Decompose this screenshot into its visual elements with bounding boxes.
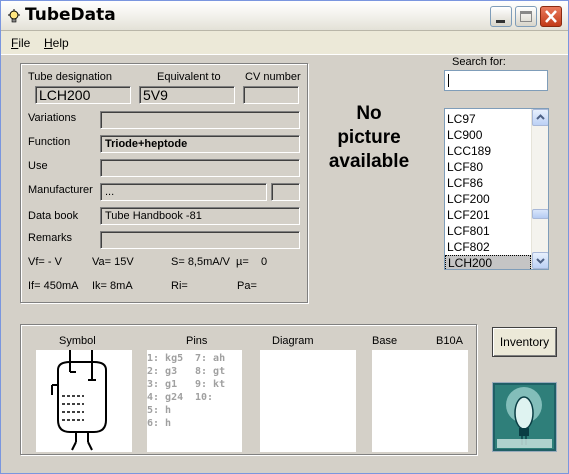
tube-symbol-icon [51, 350, 107, 451]
scroll-down-icon [536, 258, 545, 264]
menu-help-label: elp [52, 36, 69, 50]
param-va: Va= 15V [92, 256, 134, 268]
param-ik: Ik= 8mA [92, 280, 133, 292]
databook-field[interactable]: Tube Handbook -81 [100, 207, 300, 225]
scroll-down-button[interactable] [532, 252, 548, 269]
scroll-up-button[interactable] [532, 109, 548, 126]
param-if: If= 450mA [28, 280, 79, 292]
symbol-label: Symbol [59, 335, 96, 347]
pins-label: Pins [186, 335, 208, 347]
param-vf: Vf= - V [28, 256, 62, 268]
variations-field[interactable] [100, 111, 300, 129]
databook-label: Data book [28, 210, 79, 222]
pin-item: 8: gt [195, 366, 226, 377]
menu-help-mnemonic: H [44, 36, 53, 50]
diagram-panel [260, 350, 356, 452]
param-pa: Pa= [237, 280, 257, 292]
designation-field[interactable]: LCH200 [35, 86, 131, 104]
pin-item: 4: g24 [147, 392, 184, 403]
minimize-button[interactable] [490, 6, 512, 27]
list-item[interactable]: LCF80 [445, 159, 531, 175]
list-item[interactable]: LCF801 [445, 223, 531, 239]
list-item[interactable]: LCF201 [445, 207, 531, 223]
equivalent-label: Equivalent to [157, 71, 221, 83]
remarks-label: Remarks [28, 232, 73, 244]
list-scrollbar[interactable] [531, 109, 548, 269]
param-mu: µ= [236, 256, 249, 268]
param-mu-value: 0 [261, 256, 268, 268]
remarks-field[interactable] [100, 231, 300, 249]
diagram-label: Diagram [272, 335, 314, 347]
title-bar[interactable]: TubeData [1, 1, 568, 31]
minimize-icon [496, 20, 505, 23]
list-item[interactable]: LC97 [445, 111, 531, 127]
equivalent-field[interactable]: 5V9 [139, 86, 235, 104]
cv-field[interactable] [243, 86, 299, 104]
menu-file[interactable]: File [11, 36, 30, 50]
text-caret [448, 74, 449, 87]
param-s: S= 8,5mA/V [171, 256, 231, 268]
main-area: Tube designation Equivalent to CV number… [1, 54, 568, 473]
close-icon [545, 10, 557, 23]
no-picture-line-2: picture [337, 127, 401, 148]
use-field[interactable] [100, 159, 300, 177]
pin-item: 5: h [147, 405, 172, 416]
pin-item: 3: g1 [147, 379, 178, 390]
close-button[interactable] [540, 6, 562, 27]
param-ri: Ri= [171, 280, 188, 292]
pin-item: 7: ah [195, 353, 226, 364]
menu-help[interactable]: Help [44, 36, 69, 50]
designation-label: Tube designation [28, 71, 112, 83]
use-label: Use [28, 160, 48, 172]
menu-file-label: ile [18, 36, 31, 50]
logo-image [492, 382, 557, 452]
list-item[interactable]: LCC189 [445, 143, 531, 159]
cv-label: CV number [245, 71, 301, 83]
list-item[interactable]: LCF802 [445, 239, 531, 255]
scroll-thumb[interactable] [532, 209, 548, 219]
scroll-up-icon [536, 114, 545, 120]
symbol-panel [36, 350, 132, 452]
window-title: TubeData [25, 5, 116, 25]
manufacturer-field[interactable]: ... [100, 183, 267, 201]
tube-list-items: LC97 LC900 LCC189 LCF80 LCF86 LCF200 LCF… [445, 111, 531, 269]
no-picture-line-3: available [328, 151, 410, 172]
base-panel [372, 350, 468, 452]
pin-item: 2: g3 [147, 366, 178, 377]
pin-item: 9: kt [195, 379, 226, 390]
base-code: B10A [436, 335, 463, 347]
tube-list[interactable]: LC97 LC900 LCC189 LCF80 LCF86 LCF200 LCF… [444, 108, 549, 270]
list-item-selected[interactable]: LCH200 [445, 255, 531, 269]
maximize-icon [520, 11, 532, 22]
list-item[interactable]: LC900 [445, 127, 531, 143]
variations-label: Variations [28, 112, 77, 124]
inventory-button[interactable]: Inventory [492, 327, 557, 357]
bulb-icon [8, 9, 20, 23]
function-field[interactable]: Triode+heptode [100, 135, 300, 153]
logo-icon [495, 385, 554, 449]
search-input[interactable] [444, 70, 548, 91]
pin-item: 10: [195, 392, 214, 403]
list-item[interactable]: LCF200 [445, 191, 531, 207]
app-window: TubeData File Help Tube designation Equi… [0, 0, 569, 474]
no-picture-message: No picture available [314, 102, 424, 174]
function-label: Function [28, 136, 71, 148]
manufacturer-code-field[interactable] [271, 183, 300, 201]
no-picture-line-1: No [356, 103, 382, 124]
manufacturer-label: Manufacturer [28, 184, 93, 196]
search-label: Search for: [452, 56, 506, 68]
menu-bar: File Help [1, 32, 568, 54]
list-item[interactable]: LCF86 [445, 175, 531, 191]
maximize-button[interactable] [515, 6, 537, 27]
pin-item: 6: h [147, 418, 172, 429]
base-label: Base [372, 335, 398, 347]
pin-item: 1: kg5 [147, 353, 184, 364]
